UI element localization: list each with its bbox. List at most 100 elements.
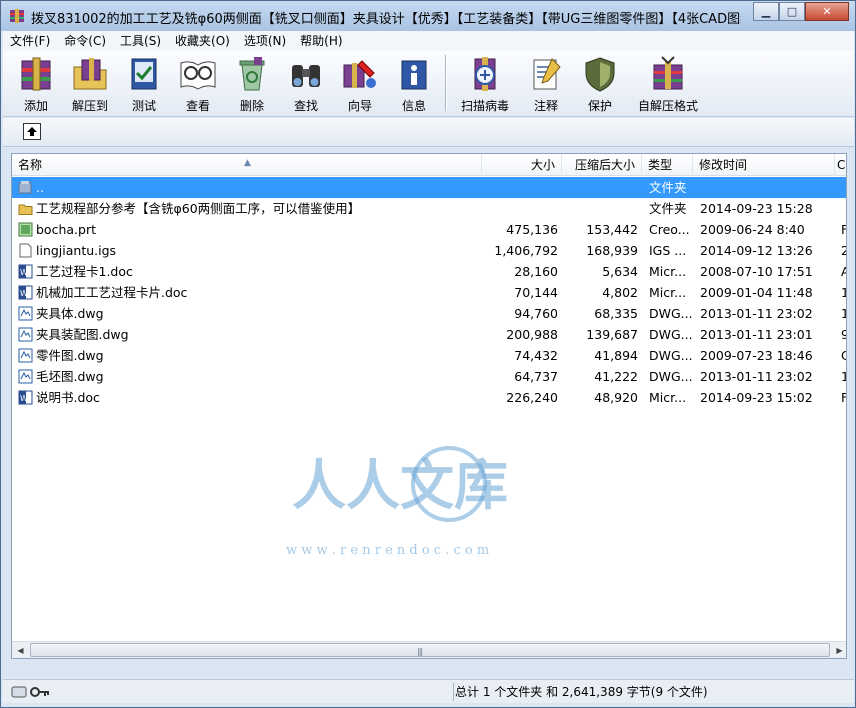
cell-packed-size: 5,634 (602, 264, 638, 279)
cell-crc: F (841, 219, 846, 240)
cell-modified (700, 177, 832, 198)
add-button[interactable]: 添加 (9, 51, 63, 115)
recycle-bin-icon (239, 57, 265, 91)
toolbar-separator (445, 55, 447, 111)
scroll-grip-icon: ||| (417, 647, 423, 656)
cell-crc: C (841, 345, 846, 366)
cell-type: 文件夹 (649, 180, 687, 195)
cell-size: 94,760 (514, 306, 558, 321)
menu-help[interactable]: 帮助(H) (293, 31, 349, 51)
drive-key-icon (11, 686, 49, 698)
cell-modified: 2009-06-24 8:40 (700, 222, 805, 237)
close-button[interactable]: ✕ (805, 2, 849, 21)
svg-text:W: W (20, 394, 28, 403)
comment-label: 注释 (533, 99, 558, 113)
cell-size (482, 198, 558, 219)
sfx-button[interactable]: 自解压格式 (627, 51, 709, 115)
menu-commands[interactable]: 命令(C) (57, 31, 113, 51)
cell-size: 70,144 (514, 285, 558, 300)
info-label: 信息 (401, 99, 426, 113)
column-modified[interactable]: 修改时间 (693, 154, 835, 176)
sfx-label: 自解压格式 (637, 99, 698, 113)
virus-scan-button[interactable]: 扫描病毒 (451, 51, 519, 115)
table-row-selected[interactable]: .. 文件夹 (12, 177, 846, 198)
find-label: 查找 (293, 99, 318, 113)
table-row[interactable]: 零件图.dwg 74,432 41,894 DWG... 2009-07-23 18:4… (12, 345, 846, 366)
cell-packed-size: 48,920 (594, 390, 638, 405)
table-row[interactable]: 夹具体.dwg 94,760 68,335 DWG... 2013-01-11 23:0… (12, 303, 846, 324)
file-list[interactable]: 名称 ▲ 大小 压缩后大小 类型 修改时间 C .. 文件夹 工艺规程部分参考【含铣φ… (11, 153, 847, 659)
cell-name: lingjiantu.igs (36, 243, 117, 258)
menu-favorites[interactable]: 收藏夹(O) (168, 31, 237, 51)
test-check-icon (131, 58, 157, 90)
word-doc-icon: W (18, 390, 33, 405)
cell-crc: A (841, 261, 846, 282)
cell-size: 226,240 (506, 390, 558, 405)
wizard-button[interactable]: 向导 (333, 51, 387, 115)
view-button[interactable]: 查看 (171, 51, 225, 115)
cell-packed-size: 139,687 (586, 327, 638, 342)
cell-crc: 9 (841, 324, 846, 345)
info-button[interactable]: 信息 (387, 51, 441, 115)
sort-ascending-icon: ▲ (244, 158, 251, 168)
column-crc[interactable]: C (835, 154, 846, 176)
scroll-thumb[interactable]: ||| (30, 643, 830, 657)
wizard-icon (343, 60, 376, 88)
cell-type: IGS ... (649, 243, 687, 258)
cell-size: 475,136 (506, 222, 558, 237)
column-size[interactable]: 大小 (482, 154, 562, 176)
virus-scan-label: 扫描病毒 (460, 99, 509, 113)
cell-crc: F (841, 387, 846, 408)
table-row[interactable]: W 说明书.doc 226,240 48,920 Micr... 2014-09-23 1… (12, 387, 846, 408)
column-type[interactable]: 类型 (642, 154, 693, 176)
table-row[interactable]: W 机械加工工艺过程卡片.doc 70,144 4,802 Micr... 2009-01… (12, 282, 846, 303)
cell-name: 夹具体.dwg (36, 306, 104, 321)
cell-size (482, 177, 558, 198)
table-row[interactable]: lingjiantu.igs 1,406,792 168,939 IGS ... 201… (12, 240, 846, 261)
menu-tools[interactable]: 工具(S) (113, 31, 168, 51)
menu-options[interactable]: 选项(N) (237, 31, 293, 51)
table-row[interactable]: bocha.prt 475,136 153,442 Creo... 2009-06-24… (12, 219, 846, 240)
minimize-icon: ▁ (761, 5, 771, 18)
column-packed-size[interactable]: 压缩后大小 (562, 154, 642, 176)
binoculars-icon (292, 65, 320, 87)
cell-crc: 1 (841, 366, 846, 387)
delete-button[interactable]: 删除 (225, 51, 279, 115)
cell-packed-size: 68,335 (594, 306, 638, 321)
horizontal-scrollbar[interactable]: ◀ ||| ▶ (12, 641, 846, 658)
cell-name: 机械加工工艺过程卡片.doc (36, 285, 188, 300)
watermark-main-text: 人人文库 (292, 453, 508, 517)
title-bar[interactable]: 拨叉831002的加工工艺及铣φ60两侧面【铣叉口侧面】夹具设计【优秀】【工艺装… (1, 1, 855, 31)
menu-file[interactable]: 文件(F) (3, 31, 57, 51)
extract-to-button[interactable]: 解压到 (63, 51, 117, 115)
find-button[interactable]: 查找 (279, 51, 333, 115)
minimize-button[interactable]: ▁ (753, 2, 779, 21)
dwg-file-icon (18, 306, 33, 321)
cell-name: bocha.prt (36, 222, 96, 237)
svg-text:W: W (20, 268, 28, 277)
cell-packed-size: 153,442 (586, 222, 638, 237)
table-row[interactable]: 毛坯图.dwg 64,737 41,222 DWG... 2013-01-11 23:0… (12, 366, 846, 387)
maximize-button[interactable]: □ (779, 2, 805, 21)
cell-type: DWG... (649, 327, 693, 342)
column-name[interactable]: 名称 ▲ (12, 154, 482, 176)
table-row[interactable]: 夹具装配图.dwg 200,988 139,687 DWG... 2013-01-11 … (12, 324, 846, 345)
svg-text:W: W (20, 289, 28, 298)
test-button[interactable]: 测试 (117, 51, 171, 115)
comment-button[interactable]: 注释 (519, 51, 573, 115)
cell-type: Micr... (649, 264, 687, 279)
cell-packed-size: 41,222 (594, 369, 638, 384)
view-label: 查看 (185, 99, 210, 113)
cell-size: 74,432 (514, 348, 558, 363)
up-folder-button[interactable] (23, 123, 41, 140)
table-row[interactable]: W 工艺过程卡1.doc 28,160 5,634 Micr... 2008-07-10 … (12, 261, 846, 282)
cell-modified: 2013-01-11 23:02 (700, 306, 813, 321)
protect-label: 保护 (587, 99, 612, 113)
cell-packed-size: 41,894 (594, 348, 638, 363)
scroll-right-arrow-icon[interactable]: ▶ (831, 642, 846, 658)
protect-button[interactable]: 保护 (573, 51, 627, 115)
cell-type: DWG... (649, 348, 693, 363)
cell-size: 200,988 (506, 327, 558, 342)
table-row[interactable]: 工艺规程部分参考【含铣φ60两侧面工序，可以借鉴使用】 文件夹 2014-09-23… (12, 198, 846, 219)
scroll-left-arrow-icon[interactable]: ◀ (12, 642, 29, 658)
